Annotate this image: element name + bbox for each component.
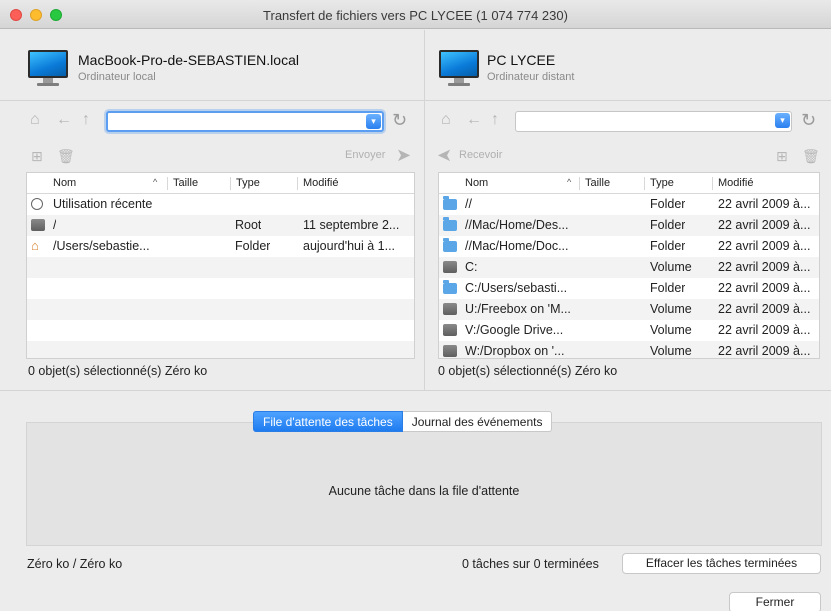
- local-table-header: Nom ^ Taille Type Modifié: [27, 173, 414, 194]
- transfer-window: Transfert de fichiers vers PC LYCEE (1 0…: [0, 0, 831, 611]
- chevron-down-icon[interactable]: ▾: [366, 114, 381, 129]
- refresh-icon[interactable]: ↻: [801, 110, 816, 131]
- task-tabs: File d'attente des tâches Journal des év…: [253, 411, 553, 432]
- empty-row: [27, 257, 414, 278]
- local-host-name: MacBook-Pro-de-SEBASTIEN.local: [78, 52, 299, 68]
- send-arrow-icon[interactable]: ➤: [396, 145, 411, 166]
- empty-row: [27, 278, 414, 299]
- task-queue-area: Aucune tâche dans la file d'attente: [26, 422, 822, 546]
- refresh-icon[interactable]: ↻: [392, 110, 407, 131]
- up-arrow-icon[interactable]: ↑: [491, 112, 499, 128]
- table-row[interactable]: ⌂ /Users/sebastie... Folder aujourd'hui …: [27, 236, 414, 257]
- transfer-totals: Zéro ko / Zéro ko: [27, 557, 123, 571]
- table-row[interactable]: C:/Users/sebasti... Folder 22 avril 2009…: [439, 278, 819, 299]
- local-file-table: Nom ^ Taille Type Modifié Utilisation ré…: [26, 172, 415, 359]
- table-row[interactable]: Utilisation récente: [27, 194, 414, 215]
- new-folder-icon[interactable]: ⊞: [31, 148, 43, 165]
- remote-table-header: Nom ^ Taille Type Modifié: [439, 173, 819, 194]
- back-arrow-icon[interactable]: ←: [466, 112, 482, 128]
- clear-finished-tasks-button[interactable]: Effacer les tâches terminées: [622, 553, 821, 574]
- title-bar: Transfert de fichiers vers PC LYCEE (1 0…: [0, 0, 831, 29]
- sort-ascending-icon: ^: [567, 177, 572, 187]
- table-row[interactable]: U:/Freebox on 'M... Volume 22 avril 2009…: [439, 299, 819, 320]
- home-icon[interactable]: ⌂: [441, 112, 451, 128]
- remote-status: 0 objet(s) sélectionné(s) Zéro ko: [438, 364, 618, 378]
- empty-row: [27, 320, 414, 341]
- tab-task-queue[interactable]: File d'attente des tâches: [253, 411, 403, 432]
- folder-icon: [443, 280, 457, 294]
- home-icon[interactable]: ⌂: [30, 112, 40, 128]
- drive-icon: [443, 345, 457, 357]
- local-path-input[interactable]: [112, 114, 360, 130]
- tab-event-log[interactable]: Journal des événements: [402, 411, 553, 432]
- trash-icon[interactable]: 🗑: [57, 148, 75, 165]
- up-arrow-icon[interactable]: ↑: [82, 112, 90, 128]
- receive-label[interactable]: Recevoir: [459, 149, 502, 161]
- close-button[interactable]: Fermer: [729, 592, 821, 611]
- local-header: MacBook-Pro-de-SEBASTIEN.local Ordinateu…: [0, 30, 424, 98]
- column-header-type[interactable]: Type: [236, 177, 260, 189]
- column-header-modified[interactable]: Modifié: [718, 177, 753, 189]
- column-header-modified[interactable]: Modifié: [303, 177, 338, 189]
- sort-ascending-icon: ^: [153, 177, 158, 187]
- local-path-combo[interactable]: ▾: [106, 111, 384, 132]
- table-row[interactable]: W:/Dropbox on '... Volume 22 avril 2009 …: [439, 341, 819, 358]
- column-header-size[interactable]: Taille: [585, 177, 610, 189]
- drive-icon: [443, 303, 457, 315]
- column-header-type[interactable]: Type: [650, 177, 674, 189]
- computer-icon: [28, 50, 68, 88]
- remote-pane: PC LYCEE Ordinateur distant ⌂ ← ↑ ▾ ↻ ➤ …: [425, 30, 831, 390]
- remote-file-table: Nom ^ Taille Type Modifié // Folder 22 a…: [438, 172, 820, 359]
- table-row[interactable]: // Folder 22 avril 2009 à...: [439, 194, 819, 215]
- trash-icon[interactable]: 🗑: [802, 148, 820, 165]
- folder-icon: [443, 196, 457, 210]
- remote-host-name: PC LYCEE: [487, 52, 556, 68]
- window-title: Transfert de fichiers vers PC LYCEE (1 0…: [263, 8, 568, 23]
- local-pane: MacBook-Pro-de-SEBASTIEN.local Ordinateu…: [0, 30, 424, 390]
- task-count: 0 tâches sur 0 terminées: [462, 557, 599, 571]
- local-host-subtitle: Ordinateur local: [78, 71, 156, 83]
- remote-toolbar: ⌂ ← ↑ ▾ ↻: [425, 100, 831, 142]
- drive-icon: [443, 261, 457, 273]
- receive-arrow-icon[interactable]: ➤: [437, 145, 452, 166]
- table-row[interactable]: //Mac/Home/Des... Folder 22 avril 2009 à…: [439, 215, 819, 236]
- remote-rows: // Folder 22 avril 2009 à... //Mac/Home/…: [439, 194, 819, 358]
- table-row[interactable]: C: Volume 22 avril 2009 à...: [439, 257, 819, 278]
- column-header-name[interactable]: Nom: [53, 177, 76, 189]
- empty-row: [27, 299, 414, 320]
- column-header-name[interactable]: Nom: [465, 177, 488, 189]
- computer-icon: [439, 50, 479, 88]
- local-actions: ⊞ 🗑 Envoyer ➤: [0, 142, 424, 172]
- remote-actions: ➤ Recevoir ⊞ 🗑: [425, 142, 831, 172]
- folder-icon: [443, 238, 457, 252]
- drive-icon: [443, 324, 457, 336]
- folder-icon: [443, 217, 457, 231]
- local-rows: Utilisation récente / Root 11 septembre …: [27, 194, 414, 358]
- remote-path-input[interactable]: [520, 113, 769, 129]
- column-header-size[interactable]: Taille: [173, 177, 198, 189]
- empty-queue-message: Aucune tâche dans la file d'attente: [328, 484, 520, 498]
- table-row[interactable]: //Mac/Home/Doc... Folder 22 avril 2009 à…: [439, 236, 819, 257]
- home-folder-icon: ⌂: [31, 238, 39, 253]
- section-divider: [0, 390, 831, 391]
- remote-path-combo[interactable]: ▾: [515, 111, 792, 132]
- send-label[interactable]: Envoyer: [345, 149, 385, 161]
- local-status: 0 objet(s) sélectionné(s) Zéro ko: [28, 364, 208, 378]
- remote-host-subtitle: Ordinateur distant: [487, 71, 575, 83]
- table-row[interactable]: V:/Google Drive... Volume 22 avril 2009 …: [439, 320, 819, 341]
- drive-icon: [31, 219, 45, 231]
- table-row[interactable]: / Root 11 septembre 2...: [27, 215, 414, 236]
- chevron-down-icon[interactable]: ▾: [775, 113, 790, 128]
- local-toolbar: ⌂ ← ↑ ▾ ↻: [0, 100, 424, 142]
- back-arrow-icon[interactable]: ←: [56, 112, 72, 128]
- clock-icon: [31, 198, 43, 210]
- empty-row: [27, 341, 414, 358]
- new-folder-icon[interactable]: ⊞: [776, 148, 788, 165]
- remote-header: PC LYCEE Ordinateur distant: [425, 30, 831, 98]
